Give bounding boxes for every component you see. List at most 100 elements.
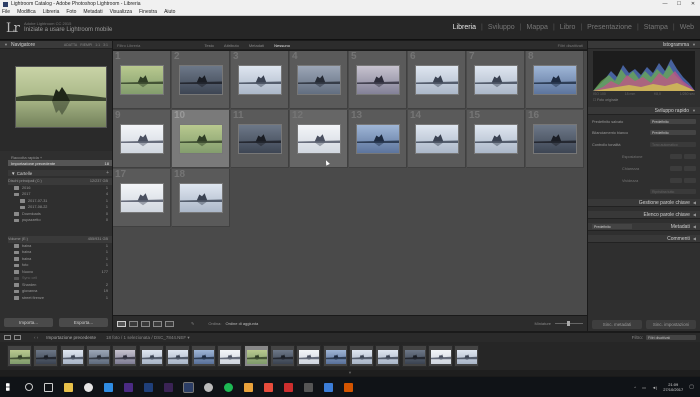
filmstrip-thumbnail[interactable] [322, 345, 348, 367]
photo-thumbnail[interactable] [179, 65, 223, 95]
exposure-decrease-button[interactable] [670, 154, 682, 159]
grid-view-icon[interactable] [117, 320, 126, 327]
folder-row[interactable]: pupazzetto 0 [8, 217, 112, 224]
grid-cell[interactable]: 7 [467, 51, 525, 109]
file-explorer-icon[interactable] [64, 382, 73, 392]
zoom-3-1[interactable]: 3:1 [103, 43, 108, 47]
painter-icon[interactable]: ✎ [191, 321, 194, 326]
filmstrip-thumbnail[interactable] [375, 345, 401, 367]
module-libro[interactable]: Libro [560, 24, 576, 31]
previous-import[interactable]: Importazione precedente 18 [8, 160, 112, 166]
filmstrip-thumbnail[interactable] [112, 345, 138, 367]
app-blue-icon[interactable] [324, 382, 333, 392]
photoshop-icon[interactable] [144, 382, 153, 392]
loupe-view-icon[interactable] [129, 320, 138, 327]
grid-cell[interactable]: 9 [113, 110, 171, 168]
sync-settings-button[interactable]: Sinc. impostazioni [646, 320, 696, 329]
filmstrip-thumbnail[interactable] [243, 345, 269, 367]
module-libreria[interactable]: Libreria [453, 24, 476, 31]
filmstrip-thumbnail[interactable] [138, 345, 164, 367]
original-photo-checkbox[interactable]: ☐ Foto originale [593, 98, 618, 102]
settings-icon[interactable] [204, 382, 213, 392]
tray-chevron-icon[interactable]: ^ [634, 385, 636, 390]
volume-icon[interactable]: ◄) [652, 385, 657, 390]
network-icon[interactable]: ▭ [642, 385, 646, 390]
grid-cell[interactable]: 12 [290, 110, 348, 168]
people-view-icon[interactable] [165, 320, 174, 327]
folders-header[interactable]: ▼ Cartelle + [8, 170, 112, 176]
premiere-icon[interactable] [124, 382, 133, 392]
metadata-header[interactable]: Predefinito Metadati ◀ [588, 223, 700, 231]
grid-cell[interactable]: 6 [408, 51, 466, 109]
filmstrip-thumbnail[interactable] [85, 345, 111, 367]
vibrance-increase-button[interactable] [684, 178, 696, 183]
mobile-prompt[interactable]: Iniziate a usare Lightroom mobile [24, 27, 112, 33]
photo-thumbnail[interactable] [297, 65, 341, 95]
filmstrip-thumbnail[interactable] [191, 345, 217, 367]
navigator-header[interactable]: ▼ Navigatore ADATTA RIEMPI 1:1 3:1 [0, 41, 112, 49]
module-sviluppo[interactable]: Sviluppo [488, 24, 515, 31]
filmstrip-thumbnail[interactable] [59, 345, 85, 367]
photo-thumbnail[interactable] [120, 65, 164, 95]
close-button[interactable]: ✕ [686, 1, 700, 7]
grid-cell[interactable]: 10 [172, 110, 230, 168]
import-button[interactable]: Importa... [4, 318, 53, 327]
filter-tab-attribute[interactable]: Attributo [220, 43, 243, 48]
grid-cell[interactable]: 18 [172, 169, 230, 227]
grid-cell[interactable]: 17 [113, 169, 171, 227]
spotify-icon[interactable] [224, 382, 233, 392]
comments-header[interactable]: Commenti ◀ [588, 235, 700, 243]
filter-tab-text[interactable]: Testo [200, 43, 218, 48]
vibrance-decrease-button[interactable] [670, 178, 682, 183]
app-orange-icon[interactable] [344, 382, 353, 392]
photo-thumbnail[interactable] [120, 124, 164, 154]
photo-thumbnail[interactable] [238, 65, 282, 95]
menu-foto[interactable]: Foto [66, 9, 76, 15]
grid-cell[interactable]: 8 [526, 51, 584, 109]
filter-select[interactable]: Filtri disattivati [646, 335, 696, 340]
filmstrip-thumbnail[interactable] [217, 345, 243, 367]
quick-develop-header[interactable]: Sviluppo rapido ▼ [588, 107, 700, 115]
menu-aiuto[interactable]: Aiuto [164, 9, 175, 15]
sync-metadata-button[interactable]: Sinc. metadati [592, 320, 642, 329]
photo-thumbnail[interactable] [415, 124, 459, 154]
menu-visualizza[interactable]: Visualizza [110, 9, 132, 15]
grid-cell[interactable]: 3 [231, 51, 289, 109]
filmstrip-thumbnail[interactable] [164, 345, 190, 367]
clarity-decrease-button[interactable] [670, 166, 682, 171]
notifications-icon[interactable]: ▢ [689, 384, 694, 390]
filmstrip-thumbnail[interactable] [427, 345, 453, 367]
survey-view-icon[interactable] [153, 320, 162, 327]
module-presentazione[interactable]: Presentazione [587, 24, 632, 31]
filter-tab-none[interactable]: Nessuno [270, 43, 294, 48]
app-gray-icon[interactable] [304, 382, 313, 392]
module-mappa[interactable]: Mappa [527, 24, 548, 31]
compare-view-icon[interactable] [141, 320, 150, 327]
folder-row[interactable]: street firenze 1 [8, 295, 112, 302]
app-red2-icon[interactable] [284, 382, 293, 392]
search-icon[interactable] [25, 383, 33, 391]
filmstrip-thumbnail[interactable] [348, 345, 374, 367]
filmstrip-thumbnail[interactable] [7, 345, 32, 367]
navigator-preview[interactable] [15, 66, 107, 128]
grid-cell[interactable]: 14 [408, 110, 466, 168]
task-view-icon[interactable] [44, 382, 53, 392]
grid-cell[interactable]: 11 [231, 110, 289, 168]
photo-thumbnail[interactable] [474, 65, 518, 95]
zoom-fit[interactable]: ADATTA [64, 43, 77, 47]
photo-thumbnail[interactable] [356, 124, 400, 154]
filter-tab-metadata[interactable]: Metadati [245, 43, 268, 48]
keyword-list-header[interactable]: Elenco parole chiave ◀ [588, 211, 700, 219]
menu-finestra[interactable]: Finestra [139, 9, 157, 15]
filmstrip-thumbnail[interactable] [454, 345, 480, 367]
filmstrip-source[interactable]: Importazione precedente [46, 335, 96, 340]
lightroom-taskbar-icon[interactable] [183, 381, 194, 393]
metadata-preset-select[interactable]: Predefinito [592, 224, 632, 229]
export-button[interactable]: Esporta... [59, 318, 108, 327]
exposure-increase-button[interactable] [684, 154, 696, 159]
grid-cell[interactable]: 13 [349, 110, 407, 168]
photo-thumbnail[interactable] [533, 124, 577, 154]
saved-preset-select[interactable]: Predefinito [650, 119, 696, 124]
photo-thumbnail[interactable] [533, 65, 577, 95]
maximize-button[interactable]: ☐ [672, 1, 686, 7]
